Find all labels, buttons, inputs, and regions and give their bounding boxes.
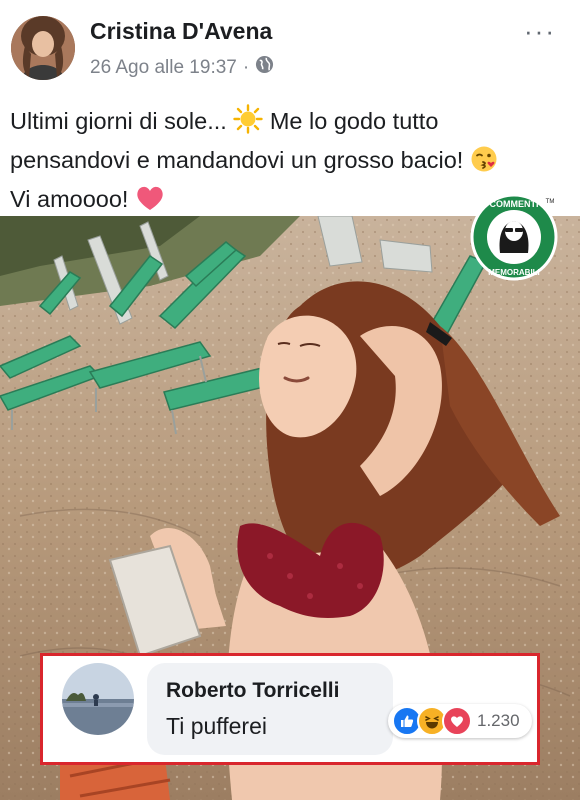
author-name[interactable]: Cristina D'Avena	[90, 18, 272, 45]
kiss-emoji-icon	[470, 145, 498, 182]
badge-tm: TM	[546, 199, 555, 205]
post-header: Cristina D'Avena 26 Ago alle 19:37 · ···	[0, 0, 580, 95]
sun-emoji-icon	[233, 104, 264, 143]
post-line-1: Ultimi giorni di sole... Me lo godo tutt…	[10, 104, 570, 143]
post-date[interactable]: 26 Ago alle 19:37	[90, 57, 237, 79]
reaction-summary[interactable]: 1.230	[388, 704, 532, 738]
more-options-button[interactable]: ···	[524, 16, 556, 47]
commenter-name[interactable]: Roberto Torricelli	[166, 679, 339, 703]
author-avatar[interactable]	[11, 16, 75, 80]
commenter-avatar[interactable]	[62, 663, 134, 735]
meta-separator: ·	[242, 56, 250, 78]
commenti-memorabili-logo: COMMENTI MEMORABILI TM	[470, 193, 558, 281]
globe-icon	[255, 55, 274, 80]
badge-bottom-text: MEMORABILI	[488, 268, 540, 277]
reaction-count: 1.230	[477, 711, 520, 730]
badge-top-text: COMMENTI	[490, 199, 539, 209]
post-meta: 26 Ago alle 19:37 ·	[90, 55, 274, 80]
post-line-2: pensandovi e mandandovi un grosso bacio!	[10, 143, 570, 182]
highlighted-comment: Roberto Torricelli Ti pufferei 1.230	[40, 653, 540, 765]
comment-bubble: Roberto Torricelli Ti pufferei	[147, 663, 393, 755]
love-icon	[442, 706, 472, 736]
comment-text: Ti pufferei	[166, 713, 267, 739]
